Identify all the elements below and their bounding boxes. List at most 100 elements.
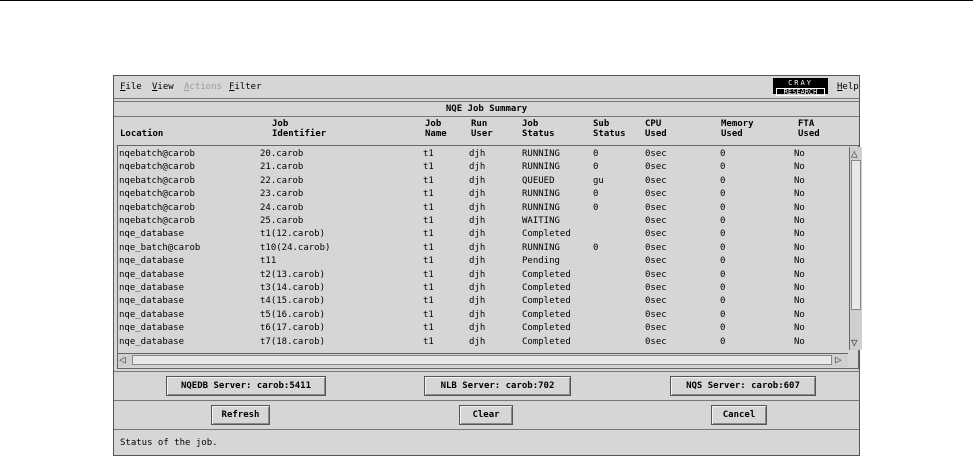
- table-row[interactable]: nqe_database t5(16.carob) t1 djh Completed 0s…: [118, 309, 846, 322]
- cell-job-status: RUNNING: [522, 162, 560, 173]
- cell-run-user: djh: [469, 216, 486, 226]
- header-job-name: Job Name: [425, 119, 447, 139]
- cell-fta-used: No: [794, 269, 805, 280]
- cell-job-name: t1: [423, 175, 434, 186]
- nlb-server-button[interactable]: NLB Server: carob:702: [424, 376, 571, 396]
- cell-cpu-used: 0sec: [645, 189, 667, 200]
- table-row[interactable]: nqebatch@carob 22.carob t1 djh QUEUED gu 0sec 0…: [118, 175, 846, 188]
- cell-run-user: djh: [469, 256, 486, 267]
- cell-cpu-used: 0sec: [645, 216, 667, 226]
- cell-run-user: djh: [469, 202, 486, 213]
- cell-job-status: Completed: [522, 336, 571, 347]
- cell-location: nqe_batch@carob: [119, 242, 201, 253]
- job-list[interactable]: nqebatch@carob 20.carob t1 djh RUNNING 0 0sec 0…: [117, 145, 862, 369]
- menu-help[interactable]: Help: [837, 82, 859, 92]
- cell-cpu-used: 0sec: [645, 162, 667, 173]
- table-row[interactable]: nqebatch@carob 24.carob t1 djh RUNNING 0 0sec 0…: [118, 202, 846, 215]
- cell-fta-used: No: [794, 283, 805, 293]
- header-memory-used: Memory Used: [721, 119, 754, 139]
- table-row[interactable]: nqe_database t11 t1 djh Pending 0sec 0 No: [118, 255, 846, 268]
- horizontal-scroll-thumb[interactable]: [132, 355, 832, 365]
- cell-job-identifier: 20.carob: [260, 149, 304, 159]
- cell-memory-used: 0: [720, 202, 726, 213]
- cell-job-identifier: t6(17.carob): [260, 323, 326, 334]
- vertical-scroll-thumb[interactable]: [851, 160, 861, 310]
- header-sub-status-l2: Status: [593, 129, 626, 139]
- table-row[interactable]: nqe_database t1(12.carob) t1 djh Completed 0s…: [118, 228, 846, 241]
- cell-job-identifier: 23.carob: [260, 189, 304, 200]
- scroll-up-arrow-icon[interactable]: △: [851, 148, 858, 159]
- scroll-down-arrow-icon[interactable]: ▽: [851, 337, 858, 348]
- cell-job-name: t1: [423, 283, 434, 293]
- cell-job-name: t1: [423, 162, 434, 173]
- cell-run-user: djh: [469, 269, 486, 280]
- cell-run-user: djh: [469, 149, 486, 159]
- cell-cpu-used: 0sec: [645, 202, 667, 213]
- table-row[interactable]: nqe_database t4(15.carob) t1 djh Completed 0s…: [118, 295, 846, 308]
- cell-location: nqebatch@carob: [119, 189, 195, 200]
- menu-file[interactable]: File: [120, 82, 142, 92]
- cell-job-name: t1: [423, 216, 434, 226]
- cell-memory-used: 0: [720, 162, 726, 173]
- status-message: Status of the job.: [120, 438, 218, 448]
- menu-view[interactable]: View: [152, 82, 174, 92]
- cancel-button[interactable]: Cancel: [711, 405, 767, 425]
- cell-location: nqe_database: [119, 336, 185, 347]
- cell-run-user: djh: [469, 162, 486, 173]
- cell-memory-used: 0: [720, 216, 726, 226]
- horizontal-scrollbar[interactable]: ◁ ▷: [118, 353, 848, 367]
- cell-cpu-used: 0sec: [645, 296, 667, 307]
- menu-filter[interactable]: Filter: [229, 82, 262, 92]
- cell-job-name: t1: [423, 256, 434, 267]
- vertical-scrollbar[interactable]: △ ▽: [849, 147, 862, 350]
- separator-status: [114, 429, 859, 430]
- cell-job-name: t1: [423, 229, 434, 240]
- cell-job-name: t1: [423, 202, 434, 213]
- clear-button[interactable]: Clear: [459, 405, 513, 425]
- cell-location: nqe_database: [119, 229, 185, 240]
- cell-job-status: Completed: [522, 296, 571, 307]
- cell-job-identifier: t2(13.carob): [260, 269, 326, 280]
- cell-fta-used: No: [794, 323, 805, 334]
- cell-job-status: WAITING: [522, 216, 560, 226]
- header-job-status: Job Status: [522, 119, 555, 139]
- cell-fta-used: No: [794, 256, 805, 267]
- cell-run-user: djh: [469, 336, 486, 347]
- refresh-button[interactable]: Refresh: [211, 405, 270, 425]
- scroll-left-arrow-icon[interactable]: ◁: [119, 354, 126, 365]
- header-fta-used-l1: FTA: [798, 119, 815, 129]
- cell-cpu-used: 0sec: [645, 175, 667, 186]
- table-row[interactable]: nqe_batch@carob t10(24.carob) t1 djh RUNNING…: [118, 242, 846, 255]
- cell-fta-used: No: [794, 175, 805, 186]
- cell-job-name: t1: [423, 242, 434, 253]
- table-row[interactable]: nqe_database t2(13.carob) t1 djh Completed 0s…: [118, 269, 846, 282]
- cell-run-user: djh: [469, 323, 486, 334]
- cray-research-logo: CRAY RESEARCH: [773, 78, 828, 96]
- cell-cpu-used: 0sec: [645, 149, 667, 159]
- nqedb-server-button[interactable]: NQEDB Server: carob:5411: [166, 376, 326, 396]
- nqe-job-summary-window: File View Actions Filter CRAY RESEARCH H…: [113, 75, 862, 456]
- table-row[interactable]: nqebatch@carob 25.carob t1 djh WAITING 0sec 0 N…: [118, 215, 846, 228]
- table-row[interactable]: nqe_database t3(14.carob) t1 djh Completed 0s…: [118, 282, 846, 295]
- cell-job-identifier: t4(15.carob): [260, 296, 326, 307]
- nqs-server-button[interactable]: NQS Server: carob:607: [670, 376, 816, 396]
- cell-run-user: djh: [469, 229, 486, 240]
- cell-job-name: t1: [423, 323, 434, 334]
- menu-bar: File View Actions Filter CRAY RESEARCH H…: [114, 76, 859, 99]
- separator-servers: [114, 371, 859, 372]
- table-row[interactable]: nqebatch@carob 20.carob t1 djh RUNNING 0 0sec 0…: [118, 148, 846, 161]
- cell-job-identifier: 24.carob: [260, 202, 304, 213]
- cell-location: nqebatch@carob: [119, 175, 195, 186]
- table-row[interactable]: nqebatch@carob 21.carob t1 djh RUNNING 0 0sec 0…: [118, 161, 846, 174]
- cell-location: nqe_database: [119, 309, 185, 320]
- table-row[interactable]: nqebatch@carob 23.carob t1 djh RUNNING 0 0sec 0…: [118, 188, 846, 201]
- cell-cpu-used: 0sec: [645, 283, 667, 293]
- header-memory-used-l2: Used: [721, 129, 743, 139]
- menu-actions[interactable]: Actions: [184, 82, 222, 92]
- cell-job-status: RUNNING: [522, 149, 560, 159]
- table-row[interactable]: nqe_database t7(18.carob) t1 djh Completed 0s…: [118, 336, 846, 349]
- cell-location: nqe_database: [119, 256, 185, 267]
- scroll-right-arrow-icon[interactable]: ▷: [835, 354, 842, 365]
- cell-job-status: RUNNING: [522, 189, 560, 200]
- table-row[interactable]: nqe_database t6(17.carob) t1 djh Completed 0s…: [118, 322, 846, 335]
